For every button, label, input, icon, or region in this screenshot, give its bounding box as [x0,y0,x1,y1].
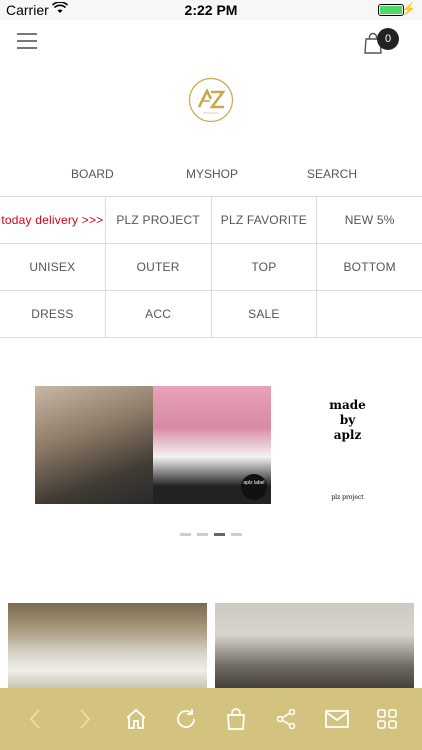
nav-board[interactable]: BOARD [71,167,114,181]
mail-icon[interactable] [321,703,353,735]
nav-search[interactable]: SEARCH [307,167,357,181]
product-tile-image[interactable] [215,603,414,693]
forward-arrow-icon[interactable] [69,703,101,735]
carousel-dot[interactable] [197,533,208,536]
shopping-bag-icon[interactable] [220,703,252,735]
back-arrow-icon[interactable] [19,703,51,735]
banner-side-line: made [329,398,366,412]
refresh-icon[interactable] [170,703,202,735]
banner-side-caption: plz project [331,494,364,501]
bottom-toolbar [0,688,422,750]
category-unisex[interactable]: UNISEX [0,244,106,290]
banner-side-text[interactable]: made by aplz [300,398,395,443]
share-icon[interactable] [270,703,302,735]
app-header: 0 [0,20,422,64]
menu-icon[interactable] [17,33,37,49]
category-plz-project[interactable]: PLZ PROJECT [106,197,212,243]
cart-count-badge: 0 [377,28,399,50]
status-bar: Carrier 2:22 PM ⚡ [0,0,422,20]
category-top[interactable]: TOP [212,244,318,290]
banner-side-line: by [339,413,356,427]
banner-side-line: aplz [333,428,362,442]
category-bottom[interactable]: BOTTOM [317,244,422,290]
category-row: UNISEX OUTER TOP BOTTOM [0,244,422,291]
category-sale[interactable]: SALE [212,291,318,337]
category-row: DRESS ACC SALE [0,291,422,338]
grid-icon[interactable] [371,703,403,735]
banner-photo-left [35,386,153,504]
category-new[interactable]: NEW 5% [317,197,422,243]
charging-icon: ⚡ [401,2,416,16]
nav-myshop[interactable]: MYSHOP [186,167,238,181]
banner-label-badge: aplz label [241,474,267,500]
carousel-dot-active[interactable] [214,533,225,536]
category-dress[interactable]: DRESS [0,291,106,337]
category-plz-favorite[interactable]: PLZ FAVORITE [212,197,318,243]
category-today-delivery[interactable]: today delivery >>> [0,197,106,243]
home-icon[interactable] [120,703,152,735]
category-grid: today delivery >>> PLZ PROJECT PLZ FAVOR… [0,196,422,338]
status-time: 2:22 PM [184,2,238,18]
carousel-dot[interactable] [231,533,242,536]
product-tile-image[interactable] [8,603,207,693]
cart-button[interactable]: 0 [363,28,407,58]
category-row: today delivery >>> PLZ PROJECT PLZ FAVOR… [0,197,422,244]
banner-image[interactable]: aplz label [35,386,271,504]
top-nav: BOARD MYSHOP SEARCH [0,160,422,196]
carousel-dots [180,533,248,536]
category-outer[interactable]: OUTER [106,244,212,290]
category-empty [317,291,422,337]
brand-logo[interactable] [186,75,236,125]
category-acc[interactable]: ACC [106,291,212,337]
carousel-dot[interactable] [180,533,191,536]
